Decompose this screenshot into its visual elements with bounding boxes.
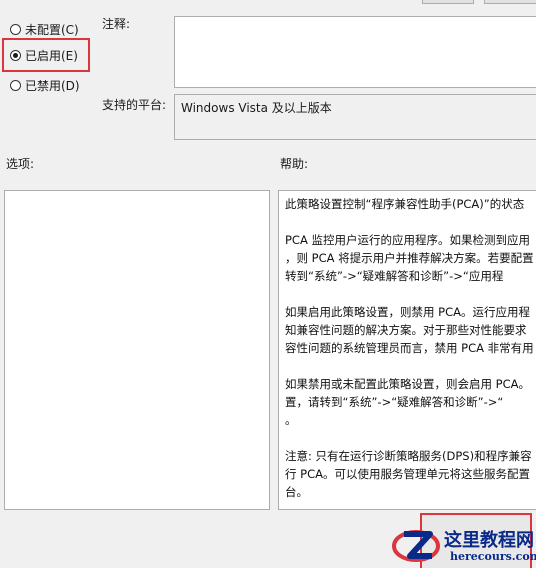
options-panel [4, 190, 270, 510]
radio-enabled[interactable]: 已启用(E) [10, 46, 78, 64]
watermark-logo-icon [392, 530, 440, 562]
radio-circle-not-configured[interactable] [10, 23, 21, 35]
radio-disabled[interactable]: 已禁用(D) [10, 76, 80, 94]
radio-label-not-configured: 未配置(C) [25, 22, 79, 37]
help-paragraph-4: 如果禁用或未配置此策略设置，则会启用 PCA。 置，请转到“系统”->“疑难解答… [285, 375, 530, 429]
options-label: 选项: [6, 157, 35, 171]
radio-not-configured[interactable]: 未配置(C) [10, 20, 79, 38]
help-line: 此策略设置控制“程序兼容性助手(PCA)”的状态 [285, 197, 525, 211]
radio-label-enabled: 已启用(E) [25, 48, 78, 63]
help-line: 行 PCA。可以使用服务管理单元将这些服务配置 [285, 467, 530, 481]
help-line: 转到“系统”->“疑难解答和诊断”->“应用程 [285, 269, 504, 283]
watermark: 这里教程网 herecours.com [390, 522, 536, 568]
help-line: 置，请转到“系统”->“疑难解答和诊断”->“ [285, 395, 504, 409]
help-line: 。 [285, 413, 297, 427]
radio-circle-disabled[interactable] [10, 79, 21, 91]
comment-label: 注释: [102, 17, 131, 31]
watermark-url: herecours.com [450, 550, 536, 563]
platform-label: 支持的平台: [102, 98, 167, 112]
help-line: PCA 监控用户运行的应用程序。如果检测到应用 [285, 233, 530, 247]
help-line: 注意: 只有在运行诊断策略服务(DPS)和程序兼容 [285, 449, 532, 463]
radio-label-disabled: 已禁用(D) [25, 78, 80, 93]
top-button-edge-1 [422, 0, 474, 4]
help-line: 容性问题的系统管理员而言，禁用 PCA 非常有用 [285, 341, 534, 355]
radio-circle-enabled[interactable] [10, 49, 21, 61]
help-line: 台。 [285, 485, 308, 499]
help-label: 帮助: [280, 157, 309, 171]
help-line: 如果启用此策略设置，则禁用 PCA。运行应用程 [285, 305, 530, 319]
watermark-title: 这里教程网 [444, 530, 534, 551]
help-paragraph-1: 此策略设置控制“程序兼容性助手(PCA)”的状态 [285, 195, 530, 213]
help-line: 如果禁用或未配置此策略设置，则会启用 PCA。 [285, 377, 530, 391]
platform-value: Windows Vista 及以上版本 [181, 101, 332, 115]
top-button-edge-2 [484, 0, 536, 4]
help-paragraph-5: 注意: 只有在运行诊断策略服务(DPS)和程序兼容 行 PCA。可以使用服务管理… [285, 447, 532, 501]
platform-field: Windows Vista 及以上版本 [174, 94, 536, 140]
help-paragraph-2: PCA 监控用户运行的应用程序。如果检测到应用 ，则 PCA 将提示用户并推荐解… [285, 231, 534, 285]
help-line: ，则 PCA 将提示用户并推荐解决方案。若要配置 [285, 251, 534, 265]
comment-textbox[interactable] [174, 16, 536, 88]
help-line: 知兼容性问题的解决方案。对于那些对性能要求 [285, 323, 527, 337]
help-panel[interactable]: 此策略设置控制“程序兼容性助手(PCA)”的状态 PCA 监控用户运行的应用程序… [278, 190, 536, 510]
help-paragraph-3: 如果启用此策略设置，则禁用 PCA。运行应用程 知兼容性问题的解决方案。对于那些… [285, 303, 534, 357]
